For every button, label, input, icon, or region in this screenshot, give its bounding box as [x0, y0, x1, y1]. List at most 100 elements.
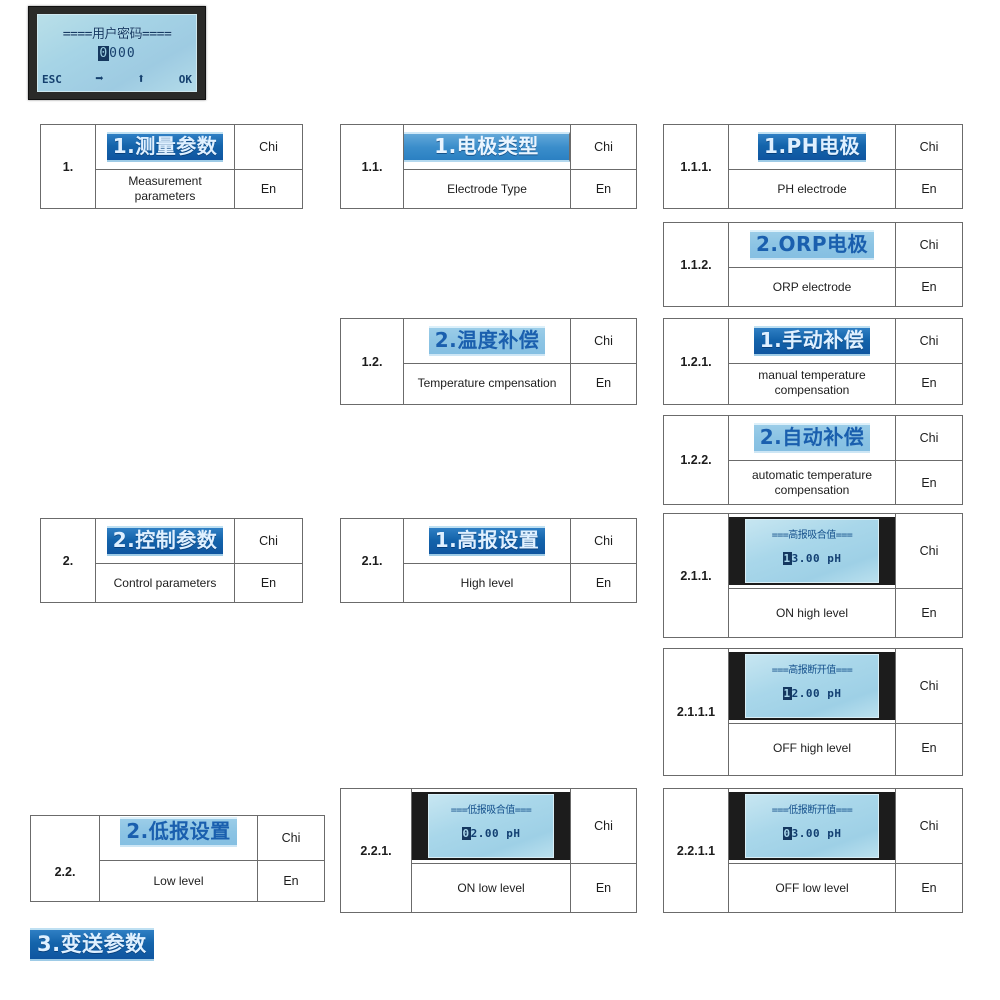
menu-row-1-1-2: 1.1.2. 2.ORP电极 ORP electrode Chi En: [663, 222, 963, 307]
menu-content: ===低报吸合值=== 02.00 pH ON low level: [412, 789, 571, 912]
menu-lang-column: Chi En: [896, 223, 962, 306]
menu-content: 1.PH电极 PH electrode: [729, 125, 896, 208]
menu-english-cell: Electrode Type: [447, 181, 527, 196]
lcd-value: 13.00 pH: [746, 552, 878, 565]
menu-row-2-1-1-1: 2.1.1.1 ===高报断开值=== 12.00 pH OFF high le…: [663, 648, 963, 776]
menu-index: 1.1.2.: [664, 223, 729, 306]
lang-en-label: En: [283, 874, 299, 888]
menu-english-cell: ORP electrode: [772, 279, 852, 294]
lcd-label: 1.测量参数: [106, 132, 224, 162]
menu-content: 2.控制参数 Control parameters: [96, 519, 235, 602]
lang-chi-label: Chi: [258, 816, 324, 861]
lcd-screen: ====用户密码==== 0000 ESC ➡ ⬆ OK: [37, 14, 197, 92]
menu-index: 1.2.1.: [664, 319, 729, 404]
right-arrow-icon[interactable]: ➡: [95, 72, 103, 86]
lcd-label: 1.高报设置: [428, 526, 546, 556]
menu-row-2-2-1-1: 2.2.1.1 ===低报断开值=== 03.00 pH OFF low lev…: [663, 788, 963, 913]
lcd-value-remaining: 3.00 pH: [791, 827, 842, 840]
menu-row-1-2-2: 1.2.2. 2.自动补偿 automatic temperature comp…: [663, 415, 963, 505]
lang-en-label: En: [921, 475, 937, 490]
menu-index: 1.: [41, 125, 96, 208]
lang-en-label: En: [921, 280, 937, 294]
menu-english-cell: OFF low level: [775, 880, 849, 895]
lcd-value: 03.00 pH: [746, 827, 878, 840]
menu-chinese-cell: 1.电极类型: [404, 125, 570, 170]
lang-chi-label: Chi: [896, 649, 962, 724]
menu-chinese-cell: 2.温度补偿: [404, 319, 570, 364]
menu-content: 1.测量参数 Measurement parameters: [96, 125, 235, 208]
menu-content: 2.低报设置 Low level: [100, 816, 258, 901]
menu-lang-column: Chi En: [571, 789, 636, 912]
menu-row-2-2-1: 2.2.1. ===低报吸合值=== 02.00 pH ON low level…: [340, 788, 637, 913]
lang-en-label: En: [921, 881, 937, 895]
menu-index: 2.2.: [31, 816, 100, 901]
trailing-lcd-strip: 3.变送参数: [30, 928, 154, 962]
menu-index: 2.1.1.1: [664, 649, 729, 775]
menu-row-1: 1. 1.测量参数 Measurement parameters Chi En: [40, 124, 303, 209]
menu-lang-column: Chi En: [896, 416, 962, 504]
lcd-screen-photo: ===低报吸合值=== 02.00 pH: [412, 792, 570, 860]
lcd-label: 3.变送参数: [30, 928, 154, 962]
menu-content: 1.手动补偿 manual temperature compensation: [729, 319, 896, 404]
menu-row-2-1: 2.1. 1.高报设置 High level Chi En: [340, 518, 637, 603]
lang-chi-label: Chi: [571, 519, 636, 564]
menu-row-1-2-1: 1.2.1. 1.手动补偿 manual temperature compens…: [663, 318, 963, 405]
menu-chinese-cell: ===低报吸合值=== 02.00 pH: [412, 789, 570, 864]
menu-row-2-2: 2.2. 2.低报设置 Low level Chi En: [30, 815, 325, 902]
lang-en-label: En: [921, 182, 937, 196]
menu-lang-column: Chi En: [896, 319, 962, 404]
menu-english-cell: Temperature cmpensation: [417, 375, 557, 390]
lcd-softkey-row: ESC ➡ ⬆ OK: [42, 72, 192, 86]
lcd-label: 2.低报设置: [120, 817, 237, 847]
menu-chinese-cell: 2.控制参数: [96, 519, 234, 564]
menu-chinese-cell: 1.PH电极: [729, 125, 895, 170]
lcd-value-selected-digit: 1: [782, 552, 792, 565]
menu-content: 2.ORP电极 ORP electrode: [729, 223, 896, 306]
menu-row-2-1-1: 2.1.1. ===高报吸合值=== 13.00 pH ON high leve…: [663, 513, 963, 638]
menu-chinese-cell: 1.测量参数: [96, 125, 234, 170]
menu-lang-column: Chi En: [571, 519, 636, 602]
lcd-value-remaining: 3.00 pH: [791, 552, 842, 565]
menu-chinese-cell: ===高报断开值=== 12.00 pH: [729, 649, 895, 724]
menu-lang-column: Chi En: [896, 125, 962, 208]
lcd-password-selected-digit: 0: [98, 46, 110, 61]
menu-content: 2.温度补偿 Temperature cmpensation: [404, 319, 571, 404]
lcd-value-selected-digit: 0: [782, 827, 792, 840]
esc-key-label[interactable]: ESC: [42, 73, 62, 86]
up-arrow-icon[interactable]: ⬆: [137, 72, 145, 86]
lcd-label: 1.PH电极: [758, 132, 866, 162]
lcd-label: 2.控制参数: [106, 526, 224, 556]
lang-chi-label: Chi: [896, 416, 962, 461]
menu-row-1-1: 1.1. 1.电极类型 Electrode Type Chi En: [340, 124, 637, 209]
lcd-screen: ===高报吸合值=== 13.00 pH: [745, 519, 879, 583]
menu-row-2: 2. 2.控制参数 Control parameters Chi En: [40, 518, 303, 603]
lcd-password-remaining-digits: 000: [109, 46, 136, 61]
menu-index: 2.1.1.: [664, 514, 729, 637]
lang-en-label: En: [260, 182, 277, 196]
ok-key-label[interactable]: OK: [179, 73, 192, 86]
lcd-title: ====用户密码====: [62, 27, 172, 42]
lang-en-label: En: [595, 182, 612, 196]
lcd-password-value: 0000: [38, 46, 196, 61]
menu-row-1-1-1: 1.1.1. 1.PH电极 PH electrode Chi En: [663, 124, 963, 209]
lang-chi-label: Chi: [571, 319, 636, 364]
menu-lang-column: Chi En: [896, 514, 962, 637]
lcd-title: ===低报吸合值===: [450, 805, 532, 816]
menu-index: 2.2.1.1: [664, 789, 729, 912]
menu-english-cell: ON high level: [775, 605, 849, 620]
lang-chi-label: Chi: [896, 789, 962, 864]
device-lcd-photo: ====用户密码==== 0000 ESC ➡ ⬆ OK: [28, 6, 206, 100]
menu-english-cell: Measurement parameters: [128, 174, 202, 203]
lang-chi-label: Chi: [896, 319, 962, 364]
menu-chinese-cell: 2.低报设置: [100, 816, 257, 861]
lang-chi-label: Chi: [571, 125, 636, 170]
menu-english-cell: automatic temperature compensation: [751, 467, 873, 497]
lcd-title: ===高报吸合值===: [771, 530, 853, 541]
lang-en-label: En: [595, 576, 612, 590]
menu-content: 1.高报设置 High level: [404, 519, 571, 602]
menu-content: ===低报断开值=== 03.00 pH OFF low level: [729, 789, 896, 912]
menu-index: 1.1.1.: [664, 125, 729, 208]
lcd-screen-photo: ===高报吸合值=== 13.00 pH: [729, 517, 895, 585]
menu-english-cell: PH electrode: [777, 181, 847, 196]
lcd-screen-photo: ===高报断开值=== 12.00 pH: [729, 652, 895, 720]
